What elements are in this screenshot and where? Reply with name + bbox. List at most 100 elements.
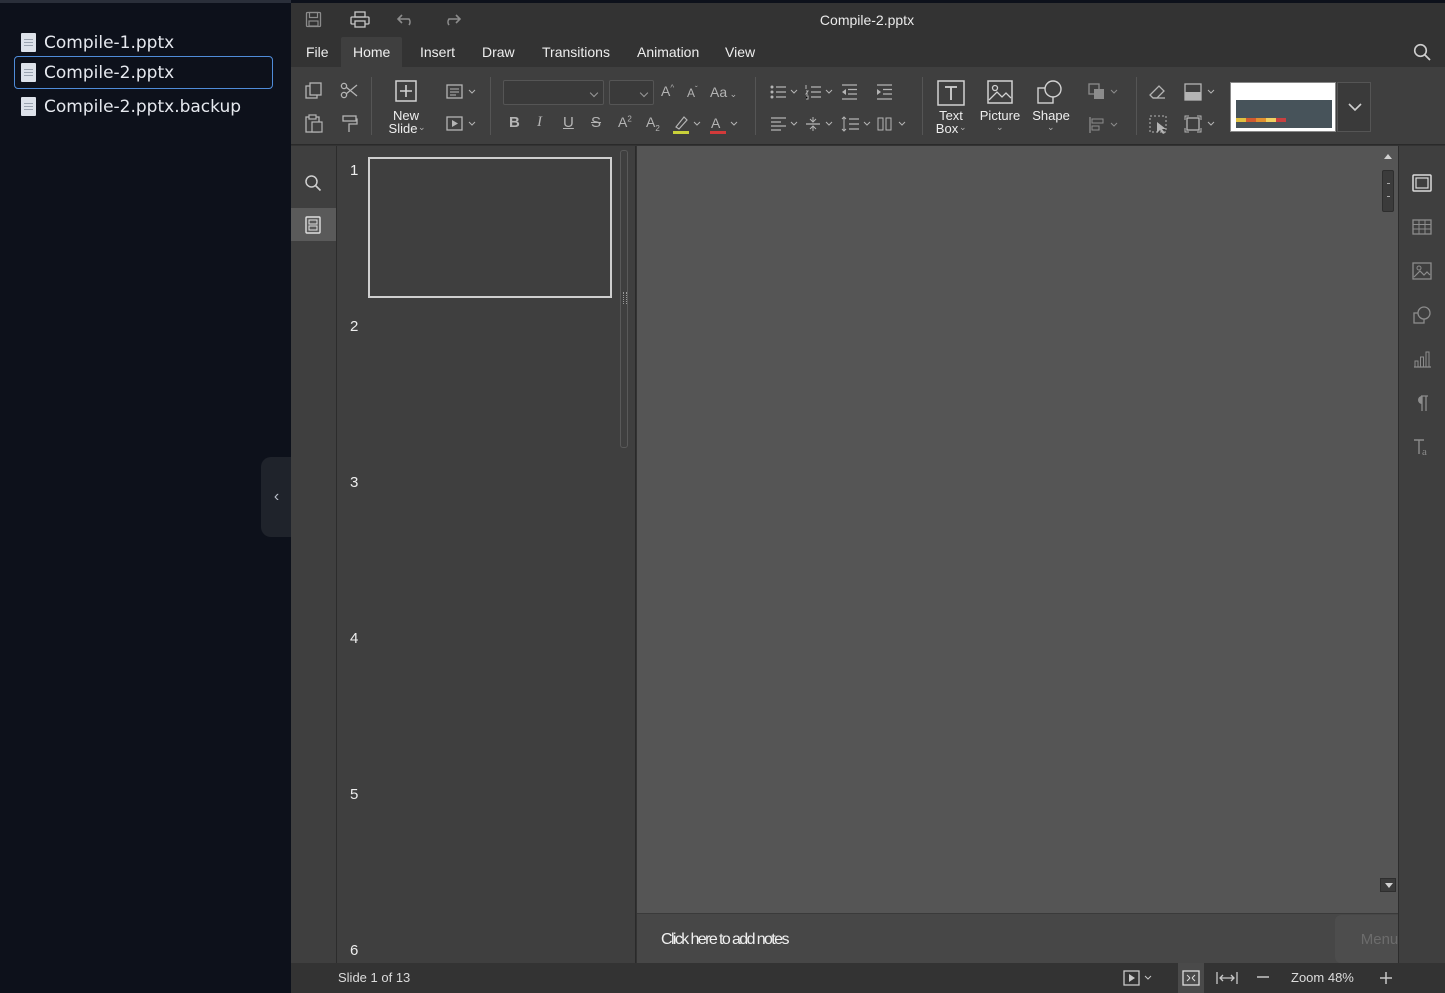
bold-icon[interactable]: B xyxy=(509,114,520,131)
numbering-icon[interactable] xyxy=(805,84,835,100)
tab-animation[interactable]: Animation xyxy=(625,37,711,68)
chevron-down-icon: ⌄ xyxy=(418,122,426,132)
slide-number: 5 xyxy=(350,786,359,803)
vertical-align-icon[interactable] xyxy=(805,116,835,132)
change-case-icon[interactable]: Aa ⌄ xyxy=(710,84,737,100)
zoom-level[interactable]: Zoom 48% xyxy=(1291,970,1354,985)
screen-root: Compile-1.pptx Compile-2.pptx Compile-2.… xyxy=(0,0,1445,993)
undo-icon[interactable] xyxy=(397,13,415,26)
slide-number: 6 xyxy=(350,942,359,959)
bullets-icon[interactable] xyxy=(770,84,800,100)
italic-icon[interactable]: I xyxy=(537,114,542,131)
arrange-icon[interactable] xyxy=(1088,83,1120,101)
scrollbar-thumb[interactable] xyxy=(1382,170,1394,212)
fit-to-slide-button[interactable] xyxy=(1178,963,1204,993)
align-objects-icon[interactable] xyxy=(1088,116,1120,134)
tab-insert[interactable]: Insert xyxy=(408,37,467,68)
decrease-font-icon[interactable]: Aˇ xyxy=(687,85,698,100)
slide-settings-icon[interactable] xyxy=(1411,172,1433,194)
home-ribbon: New Slide ⌄ A^ Aˇ Aa ⌄ B I U S A2 A2 A T… xyxy=(291,67,1445,145)
status-bar: Slide 1 of 13 Zoom 48% xyxy=(291,963,1445,993)
picture-icon xyxy=(987,80,1013,104)
slideshow-icon[interactable] xyxy=(446,115,478,133)
subscript-icon[interactable]: A2 xyxy=(646,114,660,133)
file-item-compile-1[interactable]: Compile-1.pptx xyxy=(14,26,273,59)
file-name: Compile-1.pptx xyxy=(44,32,175,53)
canvas-vertical-scrollbar[interactable] xyxy=(1380,148,1396,898)
collapse-sidebar-button[interactable]: ‹ xyxy=(261,457,292,537)
format-painter-icon[interactable] xyxy=(342,115,358,133)
highlight-color-icon[interactable] xyxy=(672,114,702,134)
scroll-up-arrow-icon[interactable] xyxy=(1383,152,1393,160)
tab-transitions[interactable]: Transitions xyxy=(530,37,622,68)
slide-editing-canvas[interactable] xyxy=(637,146,1398,913)
superscript-icon[interactable]: A2 xyxy=(618,114,632,130)
select-icon[interactable] xyxy=(1149,115,1169,135)
ribbon-tab-bar: File Home Insert Draw Transitions Animat… xyxy=(291,37,1445,68)
search-icon[interactable] xyxy=(1413,43,1431,61)
scroll-down-arrow-icon xyxy=(1385,883,1393,888)
slide-number: 3 xyxy=(350,474,359,491)
file-item-compile-2[interactable]: Compile-2.pptx xyxy=(14,56,273,89)
tab-file[interactable]: File xyxy=(294,37,341,68)
new-slide-label: Slide xyxy=(388,121,418,136)
text-art-icon[interactable]: a xyxy=(1411,436,1433,458)
thumbnail-scrollbar[interactable] xyxy=(620,150,628,448)
fill-icon[interactable] xyxy=(1184,83,1218,101)
slide-number: 4 xyxy=(350,630,359,647)
align-left-icon[interactable] xyxy=(770,117,800,131)
image-icon[interactable] xyxy=(1411,260,1433,282)
tab-view[interactable]: View xyxy=(713,37,767,68)
table-icon[interactable] xyxy=(1411,216,1433,238)
copy-icon[interactable] xyxy=(305,82,323,100)
slides-icon xyxy=(305,216,321,234)
slide-number: 1 xyxy=(350,162,359,179)
start-slideshow-icon[interactable] xyxy=(1123,970,1155,986)
fit-slide-icon xyxy=(1182,970,1200,986)
strikethrough-icon[interactable]: S xyxy=(591,114,601,131)
paste-icon[interactable] xyxy=(305,114,323,133)
notes-placeholder: Click here to add notes xyxy=(661,931,789,948)
tab-home[interactable]: Home xyxy=(341,37,403,68)
columns-icon[interactable] xyxy=(877,116,909,132)
zoom-in-icon[interactable] xyxy=(1379,971,1393,985)
speaker-notes-area[interactable]: Click here to add notes xyxy=(637,913,1398,963)
increase-indent-icon[interactable] xyxy=(876,84,894,100)
layout-icon[interactable] xyxy=(446,84,478,100)
underline-icon[interactable]: U xyxy=(563,114,574,131)
theme-preview-thumbnail[interactable] xyxy=(1230,82,1336,132)
scroll-down-button[interactable] xyxy=(1380,878,1396,892)
slide-number: 2 xyxy=(350,318,359,335)
cut-icon[interactable] xyxy=(340,82,358,100)
file-item-compile-2-backup[interactable]: Compile-2.pptx.backup xyxy=(14,90,273,123)
find-button[interactable] xyxy=(291,166,336,199)
theme-gallery-expand-button[interactable] xyxy=(1337,82,1371,132)
picture-label: Picture xyxy=(979,108,1021,123)
slide-thumbnail-1[interactable] xyxy=(368,157,612,298)
shape-settings-icon[interactable] xyxy=(1411,304,1433,326)
clear-format-icon[interactable] xyxy=(1149,83,1167,101)
svg-text:a: a xyxy=(1422,446,1427,458)
document-icon xyxy=(21,63,36,82)
zoom-out-icon[interactable] xyxy=(1256,975,1270,979)
font-color-icon[interactable]: A xyxy=(709,114,739,134)
chevron-down-icon: ⌄ xyxy=(1047,122,1055,132)
save-icon[interactable] xyxy=(305,11,322,28)
slides-panel-button[interactable] xyxy=(291,208,336,241)
fit-width-icon[interactable] xyxy=(1216,971,1238,985)
chart-icon[interactable] xyxy=(1411,348,1433,370)
file-name: Compile-2.pptx.backup xyxy=(44,96,242,117)
increase-font-icon[interactable]: A^ xyxy=(661,83,674,99)
font-family-select[interactable] xyxy=(503,80,604,105)
line-spacing-icon[interactable] xyxy=(841,116,873,132)
right-properties-strip: a xyxy=(1398,146,1445,963)
paragraph-icon[interactable] xyxy=(1411,392,1433,414)
chevron-left-icon: ‹ xyxy=(273,488,280,505)
chevron-down-icon: ⌄ xyxy=(959,122,967,132)
font-size-select[interactable] xyxy=(609,80,654,105)
tab-draw[interactable]: Draw xyxy=(470,37,527,68)
print-icon[interactable] xyxy=(350,11,370,28)
slide-size-icon[interactable] xyxy=(1184,115,1218,133)
decrease-indent-icon[interactable] xyxy=(841,84,859,100)
redo-icon[interactable] xyxy=(443,13,461,26)
